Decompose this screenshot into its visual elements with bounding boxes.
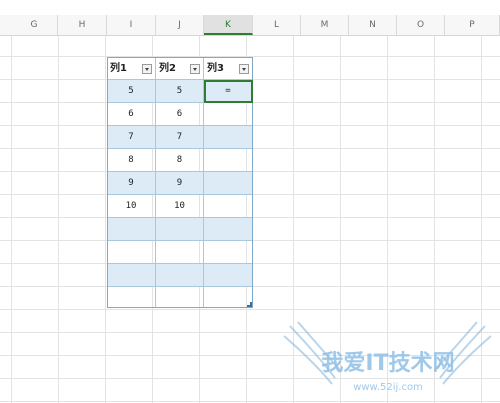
table-cell[interactable]: 5 xyxy=(107,80,156,103)
table-cell[interactable] xyxy=(107,287,156,308)
filter-dropdown-icon[interactable] xyxy=(142,64,152,74)
column-header-n[interactable]: N xyxy=(349,15,397,35)
table-cell[interactable] xyxy=(156,218,204,241)
table-cell[interactable] xyxy=(204,287,253,308)
table-cell[interactable]: 5 xyxy=(156,80,204,103)
table-cell[interactable] xyxy=(204,103,253,126)
table-cell[interactable]: 7 xyxy=(156,126,204,149)
header-label: 列1 xyxy=(110,63,127,74)
table-cell[interactable] xyxy=(204,241,253,264)
column-header-g[interactable]: G xyxy=(11,15,58,35)
table-cell[interactable] xyxy=(204,264,253,287)
table-header-col2[interactable]: 列2 xyxy=(156,57,204,80)
table-cell[interactable]: 9 xyxy=(107,172,156,195)
table-cell[interactable] xyxy=(156,287,204,308)
table-cell[interactable]: 7 xyxy=(107,126,156,149)
table-cell[interactable] xyxy=(204,195,253,218)
table-cell[interactable] xyxy=(156,241,204,264)
table-cell[interactable]: 8 xyxy=(107,149,156,172)
toolbar-strip xyxy=(0,0,500,15)
header-label: 列2 xyxy=(159,63,176,74)
table-cell-editing[interactable]: = xyxy=(204,80,253,103)
table-cell[interactable]: 6 xyxy=(107,103,156,126)
watermark-logo: 我爱IT技术网 www.52ij.com xyxy=(283,321,492,393)
watermark-url: www.52ij.com xyxy=(353,382,423,393)
filter-dropdown-icon[interactable] xyxy=(239,64,249,74)
table-cell[interactable] xyxy=(107,241,156,264)
table-resize-handle[interactable] xyxy=(247,302,252,307)
column-header-bar: G H I J K L M N O P xyxy=(0,15,500,36)
table-cell[interactable] xyxy=(204,149,253,172)
table-cell[interactable] xyxy=(204,126,253,149)
table-cell[interactable] xyxy=(204,218,253,241)
table-cell[interactable]: 9 xyxy=(156,172,204,195)
table-cell[interactable] xyxy=(156,264,204,287)
column-header-p[interactable]: P xyxy=(445,15,500,35)
column-header-k[interactable]: K xyxy=(204,15,253,35)
column-header-l[interactable]: L xyxy=(253,15,301,35)
column-header-h[interactable]: H xyxy=(58,15,107,35)
header-label: 列3 xyxy=(207,63,224,74)
filter-dropdown-icon[interactable] xyxy=(190,64,200,74)
table-cell[interactable] xyxy=(204,172,253,195)
table-cell[interactable] xyxy=(107,264,156,287)
column-header-j[interactable]: J xyxy=(156,15,204,35)
column-header-i[interactable]: I xyxy=(107,15,156,35)
column-header-o[interactable]: O xyxy=(397,15,445,35)
table-cell[interactable]: 6 xyxy=(156,103,204,126)
watermark-title: 我爱IT技术网 xyxy=(321,351,454,376)
table-cell[interactable]: 10 xyxy=(156,195,204,218)
table-cell[interactable]: 10 xyxy=(107,195,156,218)
column-header-m[interactable]: M xyxy=(301,15,349,35)
table-header-col3[interactable]: 列3 xyxy=(204,57,253,80)
table-header-col1[interactable]: 列1 xyxy=(107,57,156,80)
table-cell[interactable]: 8 xyxy=(156,149,204,172)
table-cell[interactable] xyxy=(107,218,156,241)
